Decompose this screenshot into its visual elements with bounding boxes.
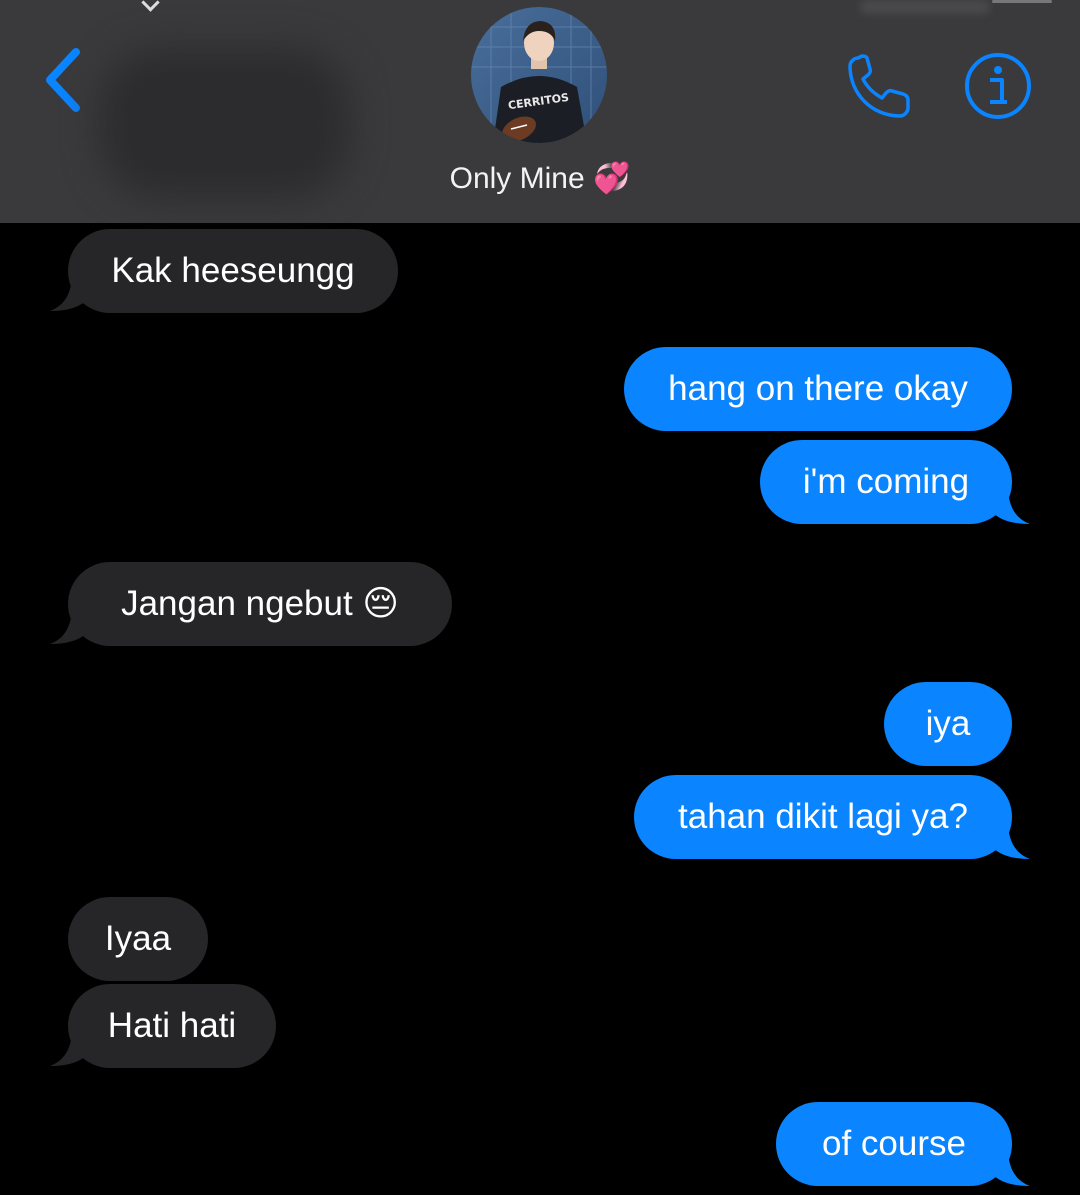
status-bar-area <box>860 0 990 14</box>
bubble-tail <box>992 821 1030 859</box>
contact-name[interactable]: Only Mine 💞 <box>0 160 1080 198</box>
battery-indicator <box>992 0 1052 3</box>
bubble-tail <box>50 273 88 311</box>
message-bubble-outgoing[interactable]: of course <box>776 1102 1012 1186</box>
message-text: Hati hati <box>107 1006 237 1045</box>
conversation-header: CERRITOS Only Mine 💞 <box>0 0 1080 223</box>
call-button[interactable] <box>844 50 916 122</box>
bubble-tail <box>992 486 1030 524</box>
message-text: Iyaa <box>104 919 172 958</box>
phone-icon <box>848 54 910 118</box>
contact-avatar[interactable]: CERRITOS <box>471 7 607 143</box>
message-bubble-incoming[interactable]: Kak heeseungg <box>68 229 398 313</box>
bubble-tail <box>50 606 88 644</box>
bubble-tail <box>50 1028 88 1066</box>
message-text: hang on there okay <box>668 369 968 408</box>
info-icon <box>965 53 1031 119</box>
chevron-left-icon <box>46 48 80 112</box>
message-text: iya <box>925 704 971 743</box>
message-bubble-outgoing[interactable]: iya <box>884 682 1012 766</box>
message-text: of course <box>822 1124 966 1163</box>
message-text: Kak heeseungg <box>111 251 355 290</box>
info-button[interactable] <box>962 50 1034 122</box>
message-bubble-outgoing[interactable]: hang on there okay <box>624 347 1012 431</box>
message-bubble-outgoing[interactable]: i'm coming <box>760 440 1012 524</box>
back-button[interactable] <box>36 44 96 116</box>
message-bubble-incoming[interactable]: Jangan ngebut 😔 <box>68 562 452 646</box>
message-bubble-outgoing[interactable]: tahan dikit lagi ya? <box>634 775 1012 859</box>
bubble-tail <box>992 1148 1030 1186</box>
message-bubble-incoming[interactable]: Iyaa <box>68 897 208 981</box>
status-bar-indicator <box>141 0 160 12</box>
message-text: Jangan ngebut 😔 <box>121 584 399 623</box>
message-bubble-incoming[interactable]: Hati hati <box>68 984 276 1068</box>
message-text: i'm coming <box>802 462 970 501</box>
message-text: tahan dikit lagi ya? <box>678 797 968 836</box>
